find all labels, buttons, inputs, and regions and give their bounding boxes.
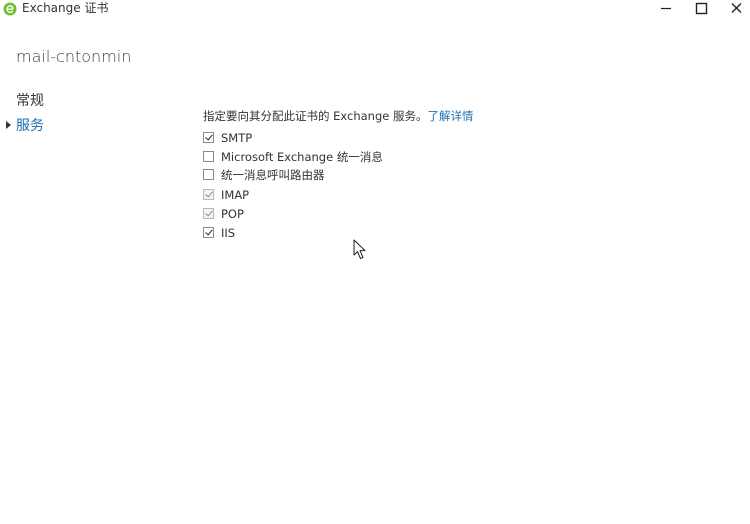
imap-checkbox — [203, 189, 214, 200]
close-button[interactable] — [724, 0, 748, 18]
maximize-button[interactable] — [689, 0, 713, 18]
maximize-icon — [695, 2, 708, 15]
um-call-router-label: 统一消息呼叫路由器 — [221, 168, 325, 182]
mouse-pointer-icon — [353, 239, 366, 259]
imap-label: IMAP — [221, 188, 250, 202]
minimize-icon — [661, 7, 671, 10]
iis-label: IIS — [221, 226, 236, 240]
smtp-checkbox[interactable] — [203, 132, 214, 143]
certificate-window: Exchange 证书 mail-cntonmin 常规 服务 指定要向其分配此… — [0, 0, 750, 524]
um-call-router-checkbox[interactable] — [203, 169, 214, 180]
instruction-label: 指定要向其分配此证书的 Exchange 服务。 — [203, 109, 428, 123]
selected-arrow-icon — [6, 121, 11, 129]
close-icon — [731, 3, 742, 13]
pop-checkbox — [203, 208, 214, 219]
unified-messaging-checkbox[interactable] — [203, 151, 214, 162]
title-bar: Exchange 证书 — [0, 0, 750, 18]
minimize-button[interactable] — [654, 0, 678, 18]
learn-more-link[interactable]: 了解详情 — [428, 109, 474, 123]
server-name-heading: mail-cntonmin — [16, 47, 132, 66]
window-title: Exchange 证书 — [22, 1, 109, 15]
unified-messaging-label: Microsoft Exchange 统一消息 — [221, 150, 383, 164]
exchange-app-icon — [3, 1, 17, 16]
instruction-text: 指定要向其分配此证书的 Exchange 服务。了解详情 — [203, 108, 474, 124]
pop-label: POP — [221, 207, 244, 221]
smtp-label: SMTP — [221, 131, 253, 145]
iis-checkbox[interactable] — [203, 227, 214, 238]
nav-item-services[interactable]: 服务 — [16, 117, 44, 135]
nav-item-general[interactable]: 常规 — [16, 92, 44, 110]
